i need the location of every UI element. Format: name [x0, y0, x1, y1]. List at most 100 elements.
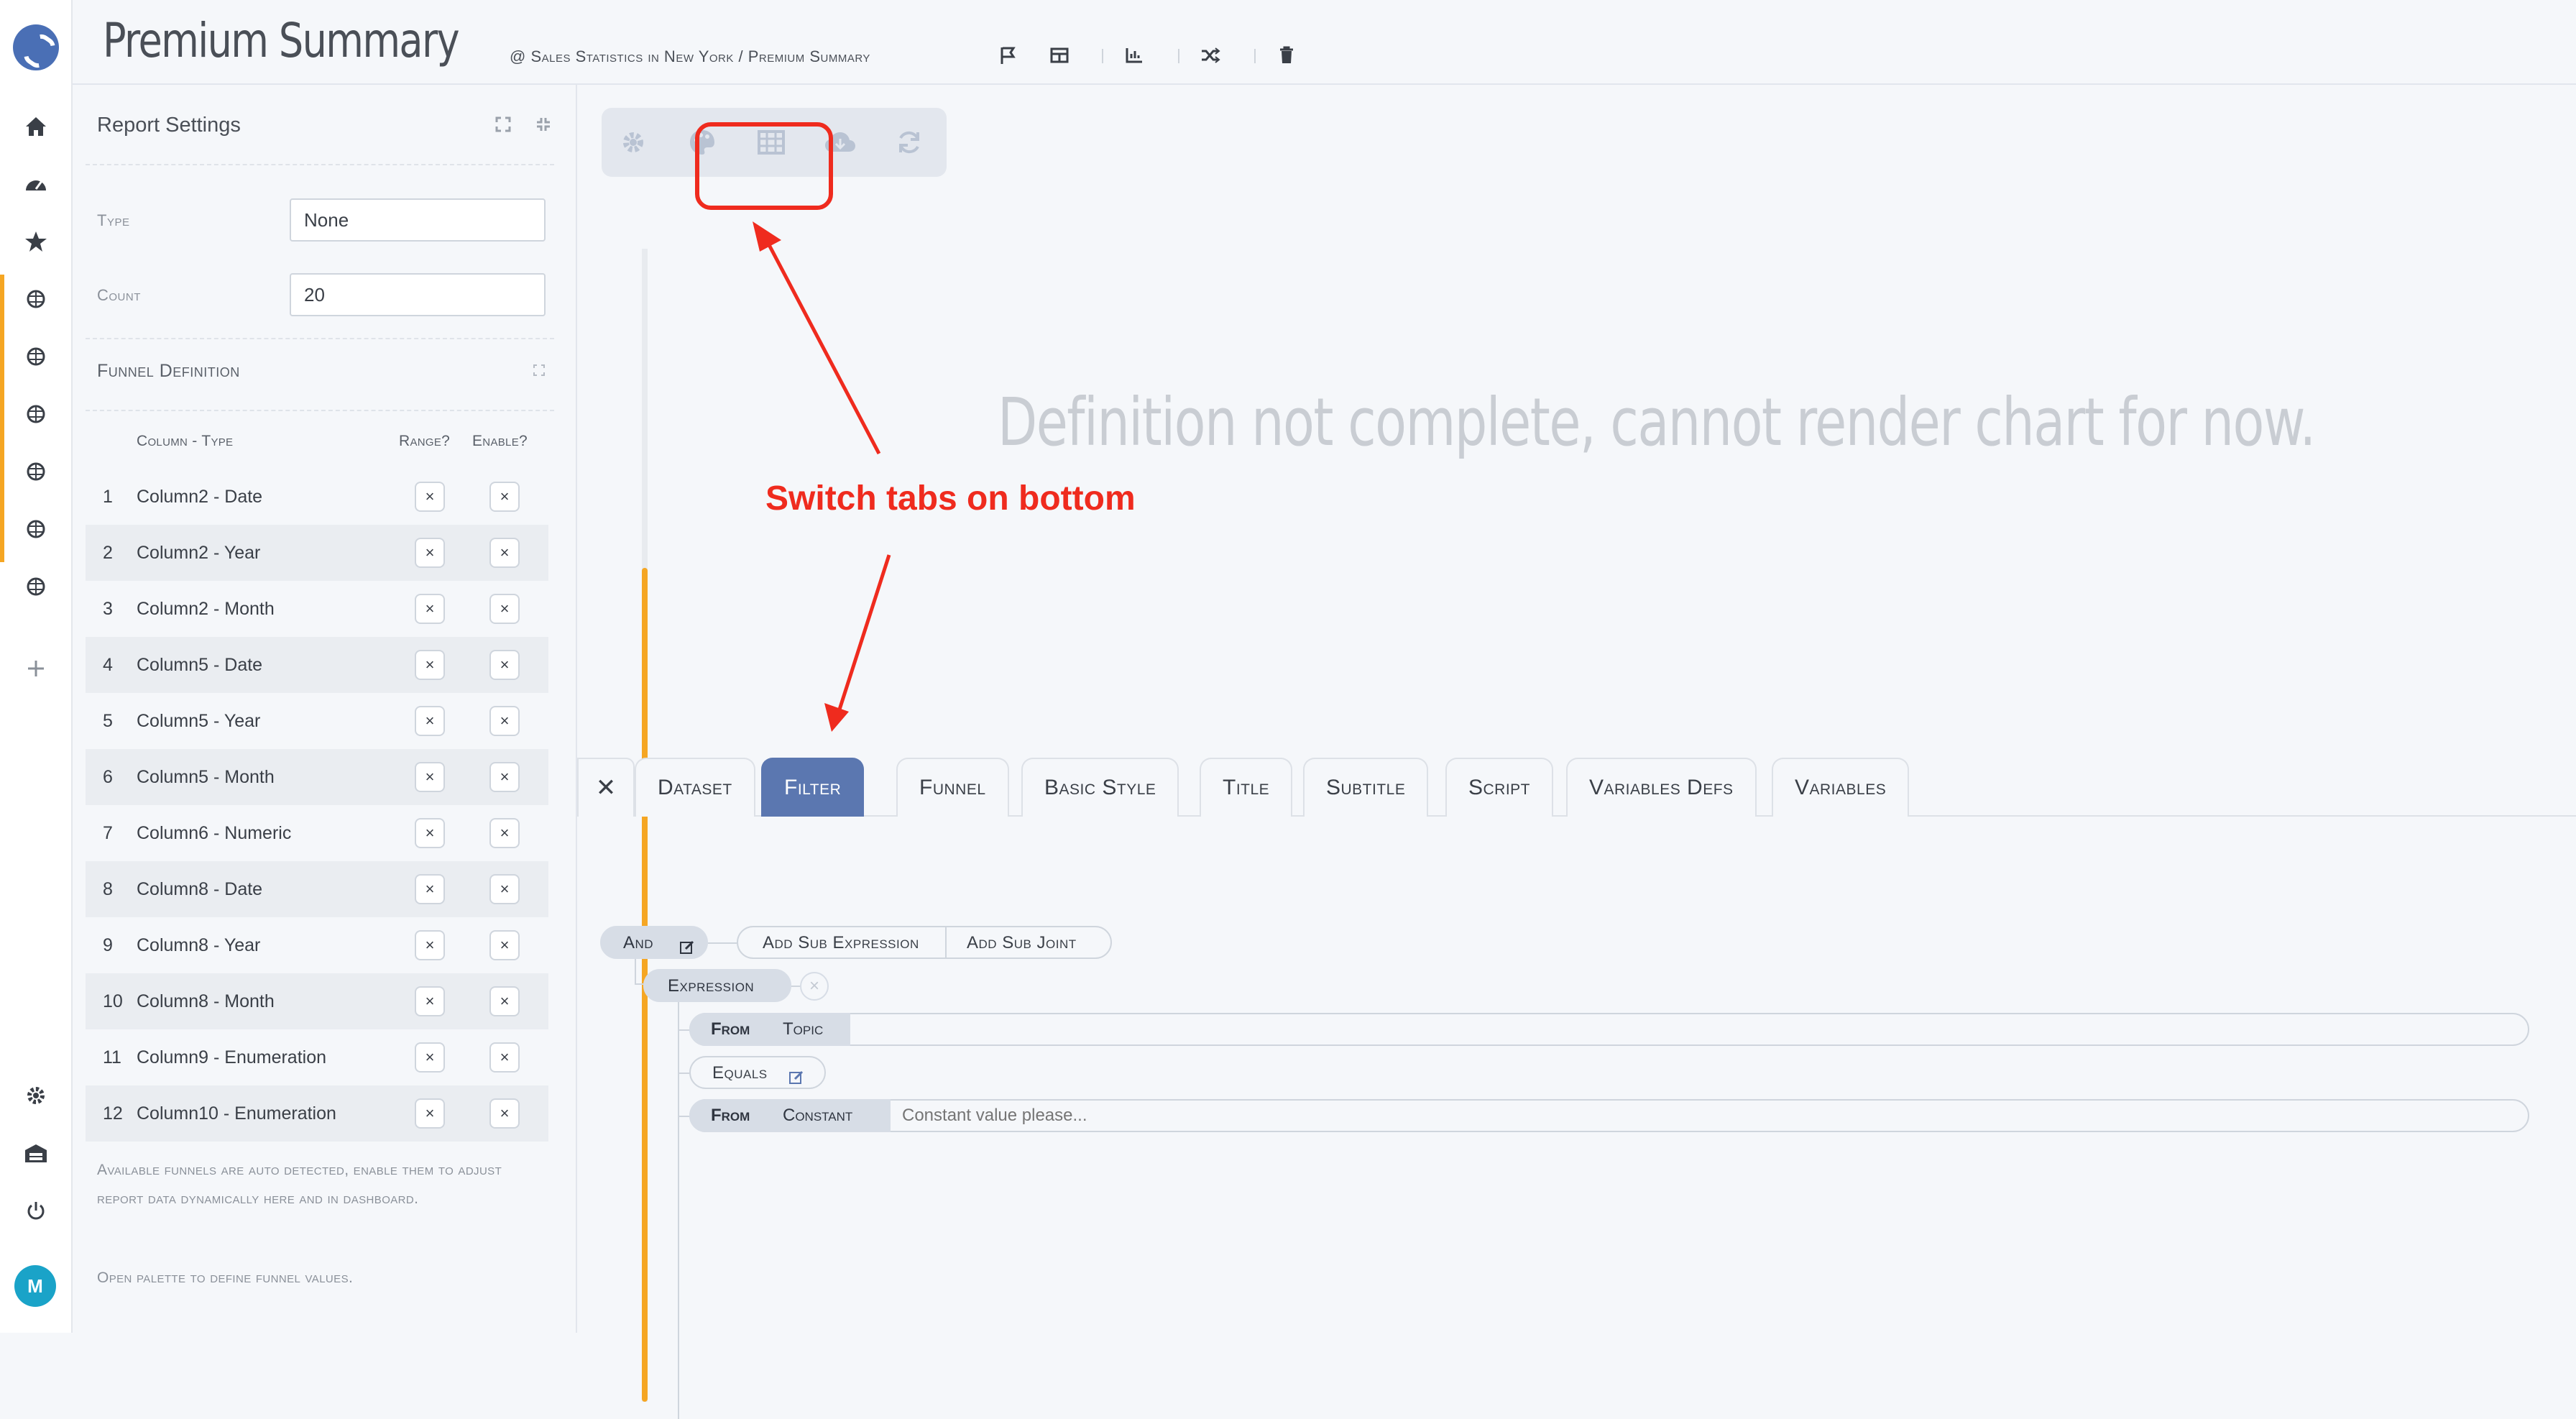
- row-index: 5: [103, 710, 113, 731]
- enable-toggle[interactable]: ×: [489, 762, 520, 792]
- chart-placeholder-message: Definition not complete, cannot render c…: [998, 384, 2316, 461]
- count-input[interactable]: 20: [290, 273, 546, 316]
- funnel-note: Available funnels are auto detected, ena…: [97, 1162, 502, 1207]
- edit-icon[interactable]: [788, 1065, 804, 1096]
- funnel-row: 4 Column5 - Date × ×: [86, 637, 548, 693]
- plus-icon[interactable]: [22, 654, 50, 683]
- funnel-row: 6 Column5 - Month × ×: [86, 749, 548, 805]
- range-toggle[interactable]: ×: [415, 874, 445, 904]
- trash-icon[interactable]: [1274, 43, 1299, 68]
- tab-script[interactable]: Script: [1445, 758, 1554, 817]
- enable-toggle[interactable]: ×: [489, 706, 520, 736]
- enable-toggle[interactable]: ×: [489, 650, 520, 680]
- row-column-label: Column8 - Year: [137, 934, 261, 955]
- enable-toggle[interactable]: ×: [489, 986, 520, 1016]
- row-column-label: Column5 - Date: [137, 654, 263, 675]
- logo-icon[interactable]: [13, 24, 59, 70]
- tab-basic-style[interactable]: Basic Style: [1021, 758, 1179, 817]
- refresh-icon[interactable]: [893, 127, 925, 158]
- report-icon[interactable]: [22, 342, 50, 371]
- type-select[interactable]: None: [290, 198, 546, 242]
- type-label: Type: [97, 211, 130, 229]
- enable-toggle[interactable]: ×: [489, 594, 520, 624]
- range-toggle[interactable]: ×: [415, 594, 445, 624]
- funnel-row: 5 Column5 - Year × ×: [86, 693, 548, 749]
- range-toggle[interactable]: ×: [415, 930, 445, 960]
- add-sub-expression-button[interactable]: Add Sub Expression: [763, 933, 919, 952]
- right-operand-field[interactable]: From Constant: [689, 1099, 2529, 1132]
- left-operand-field[interactable]: From Topic: [689, 1013, 2529, 1046]
- remove-expression-button[interactable]: ×: [800, 972, 829, 1001]
- gear-icon[interactable]: [22, 1081, 50, 1110]
- range-toggle[interactable]: ×: [415, 986, 445, 1016]
- operator-pill[interactable]: Equals: [689, 1056, 826, 1089]
- report-icon[interactable]: [22, 457, 50, 486]
- expression-pill[interactable]: Expression: [643, 969, 791, 1002]
- constant-value-input[interactable]: [901, 1102, 2482, 1129]
- joint-and-label: And: [623, 933, 654, 952]
- row-column-label: Column6 - Numeric: [137, 822, 292, 843]
- enable-toggle[interactable]: ×: [489, 930, 520, 960]
- tab-dataset[interactable]: Dataset: [635, 758, 755, 817]
- power-icon[interactable]: [22, 1196, 50, 1225]
- table-icon[interactable]: [1047, 43, 1072, 68]
- warehouse-icon[interactable]: [22, 1139, 50, 1167]
- range-toggle[interactable]: ×: [415, 482, 445, 512]
- report-icon[interactable]: [22, 515, 50, 543]
- row-index: 6: [103, 766, 113, 787]
- enable-toggle[interactable]: ×: [489, 482, 520, 512]
- report-icon[interactable]: [22, 285, 50, 313]
- funnel-row: 2 Column2 - Year × ×: [86, 525, 548, 581]
- row-index: 2: [103, 542, 113, 563]
- star-icon[interactable]: [22, 227, 50, 256]
- range-toggle[interactable]: ×: [415, 762, 445, 792]
- enable-header: Enable?: [472, 433, 528, 449]
- tab-title[interactable]: Title: [1200, 758, 1293, 817]
- column-type-header: Column - Type: [137, 433, 234, 449]
- home-icon[interactable]: [22, 112, 50, 141]
- row-column-label: Column10 - Enumeration: [137, 1103, 336, 1124]
- collapse-icon[interactable]: [534, 115, 553, 134]
- expand-icon[interactable]: [494, 115, 512, 134]
- enable-toggle[interactable]: ×: [489, 538, 520, 568]
- funnel-row: 8 Column8 - Date × ×: [86, 861, 548, 917]
- range-toggle[interactable]: ×: [415, 1042, 445, 1073]
- flag-icon[interactable]: [995, 43, 1020, 68]
- tab-subtitle[interactable]: Subtitle: [1303, 758, 1429, 817]
- range-toggle[interactable]: ×: [415, 818, 445, 848]
- range-toggle[interactable]: ×: [415, 538, 445, 568]
- breadcrumb[interactable]: @ Sales Statistics in New York / Premium…: [510, 47, 870, 66]
- from-label: From: [711, 1106, 750, 1125]
- chart-axis-icon[interactable]: [1122, 43, 1146, 68]
- funnel-table: 1 Column2 - Date × × 2 Column2 - Year × × 3 Colum…: [86, 469, 548, 1142]
- edit-icon[interactable]: [679, 934, 695, 966]
- enable-toggle[interactable]: ×: [489, 818, 520, 848]
- enable-toggle[interactable]: ×: [489, 1042, 520, 1073]
- tab-filter[interactable]: Filter: [761, 758, 865, 817]
- joint-and-pill[interactable]: And: [600, 926, 708, 959]
- report-icon[interactable]: [22, 400, 50, 428]
- annotation-text: Switch tabs on bottom: [765, 479, 1136, 518]
- range-toggle[interactable]: ×: [415, 1098, 445, 1129]
- report-icon[interactable]: [22, 572, 50, 601]
- tab-funnel[interactable]: Funnel: [896, 758, 1009, 817]
- enable-toggle[interactable]: ×: [489, 1098, 520, 1129]
- constant-label[interactable]: Constant: [783, 1099, 852, 1132]
- funnel-row: 9 Column8 - Year × ×: [86, 917, 548, 973]
- gear-icon[interactable]: [617, 127, 649, 158]
- range-toggle[interactable]: ×: [415, 706, 445, 736]
- shuffle-icon[interactable]: [1198, 43, 1223, 68]
- range-toggle[interactable]: ×: [415, 650, 445, 680]
- tab-variables-defs[interactable]: Variables Defs: [1566, 758, 1757, 817]
- dashboard-gauge-icon[interactable]: [22, 170, 50, 198]
- row-index: 1: [103, 486, 113, 507]
- annotation-highlight-box: [695, 122, 833, 210]
- drag-handle-icon[interactable]: [533, 364, 547, 378]
- add-sub-joint-button[interactable]: Add Sub Joint: [967, 927, 1077, 959]
- enable-toggle[interactable]: ×: [489, 874, 520, 904]
- avatar[interactable]: M: [14, 1265, 56, 1307]
- tab-variables[interactable]: Variables: [1772, 758, 1910, 817]
- close-editor-button[interactable]: ✕: [577, 758, 635, 817]
- topic-label[interactable]: Topic: [783, 1013, 823, 1046]
- row-column-label: Column9 - Enumeration: [137, 1047, 327, 1067]
